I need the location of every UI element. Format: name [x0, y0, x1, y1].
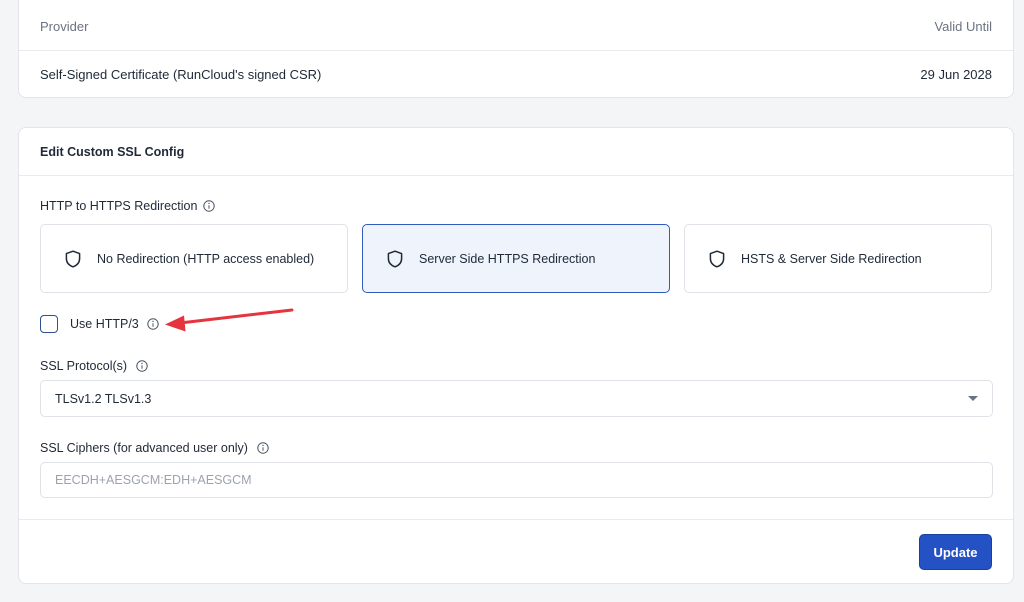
shield-icon: [65, 249, 81, 268]
table-row: Self-Signed Certificate (RunCloud's sign…: [19, 51, 1013, 97]
ssl-config-card: Edit Custom SSL Config HTTP to HTTPS Red…: [18, 127, 1014, 584]
ssl-protocols-select[interactable]: TLSv1.2 TLSv1.3: [40, 380, 993, 417]
certificate-table-header: Provider Valid Until: [19, 0, 1013, 51]
ciphers-label-row: SSL Ciphers (for advanced user only): [40, 441, 269, 455]
info-icon[interactable]: [147, 318, 159, 330]
redirection-option-label: HSTS & Server Side Redirection: [741, 251, 922, 266]
ciphers-label: SSL Ciphers (for advanced user only): [40, 441, 248, 455]
http3-label: Use HTTP/3: [70, 317, 139, 331]
redirection-label: HTTP to HTTPS Redirection: [40, 199, 198, 213]
update-button[interactable]: Update: [919, 534, 992, 570]
certificate-valid-until: 29 Jun 2028: [920, 66, 992, 82]
redirection-option-label: No Redirection (HTTP access enabled): [97, 251, 315, 266]
protocols-label-row: SSL Protocol(s): [40, 359, 148, 373]
redirection-option-label: Server Side HTTPS Redirection: [419, 251, 596, 266]
info-icon[interactable]: [257, 442, 269, 454]
info-icon[interactable]: [203, 200, 216, 212]
certificate-card: Provider Valid Until Self-Signed Certifi…: [18, 0, 1014, 98]
ssl-protocols-value: TLSv1.2 TLSv1.3: [55, 391, 152, 406]
redirection-option-hsts[interactable]: HSTS & Server Side Redirection: [684, 224, 992, 293]
footer-divider: [19, 519, 1013, 520]
chevron-down-icon: [968, 396, 978, 401]
protocols-label: SSL Protocol(s): [40, 359, 128, 373]
shield-icon: [387, 249, 403, 268]
redirection-option-server-side[interactable]: Server Side HTTPS Redirection: [362, 224, 670, 293]
valid-until-column-header: Valid Until: [934, 19, 992, 34]
shield-icon: [709, 249, 725, 268]
provider-column-header: Provider: [40, 19, 89, 34]
redirection-label-row: HTTP to HTTPS Redirection: [40, 199, 216, 213]
certificate-provider: Self-Signed Certificate (RunCloud's sign…: [40, 66, 322, 82]
http3-row: Use HTTP/3: [40, 315, 159, 333]
ssl-ciphers-input[interactable]: [40, 462, 993, 498]
redirection-option-none[interactable]: No Redirection (HTTP access enabled): [40, 224, 348, 293]
http3-checkbox[interactable]: [40, 315, 58, 333]
info-icon[interactable]: [136, 360, 148, 372]
card-title: Edit Custom SSL Config: [19, 128, 1013, 176]
